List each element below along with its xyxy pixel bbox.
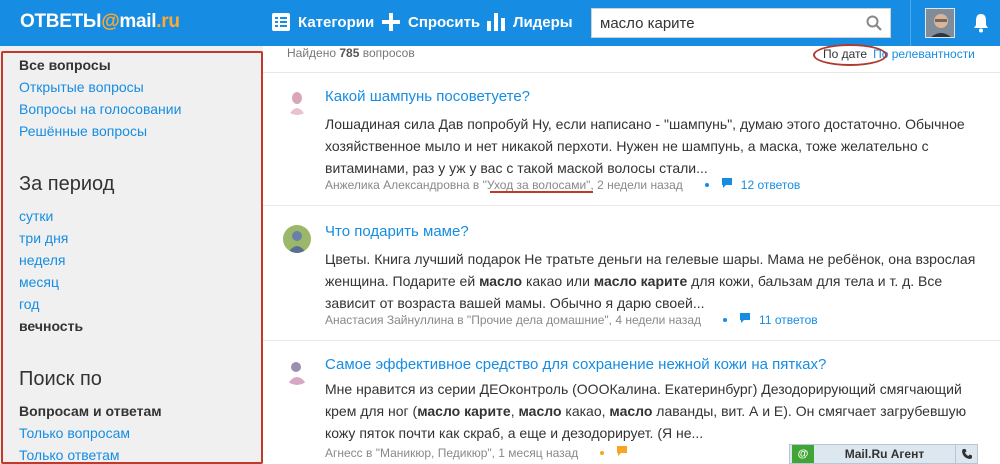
sort-by-date[interactable]: По дате bbox=[823, 47, 867, 61]
period-month[interactable]: месяц bbox=[19, 274, 59, 290]
question-author[interactable]: Агнесс в " bbox=[325, 446, 380, 460]
period-forever[interactable]: вечность bbox=[19, 318, 83, 334]
search-icon[interactable] bbox=[866, 15, 882, 36]
search-by-heading: Поиск по bbox=[19, 368, 102, 390]
nav-ask-label: Спросить bbox=[408, 13, 481, 31]
search-by-questions-only[interactable]: Только вопросам bbox=[19, 425, 130, 441]
leaders-icon bbox=[487, 13, 505, 31]
nav-leaders-label: Лидеры bbox=[513, 13, 573, 31]
question-item: Какой шампунь посоветуете? Лошадиная сил… bbox=[263, 73, 1000, 203]
results-count-number: 785 bbox=[339, 46, 360, 60]
user-avatar[interactable] bbox=[925, 8, 955, 38]
author-avatar[interactable] bbox=[283, 357, 311, 385]
author-avatar[interactable] bbox=[283, 87, 311, 115]
question-author[interactable]: Анастасия Зайнуллина в " bbox=[325, 313, 471, 327]
period-year[interactable]: год bbox=[19, 296, 39, 312]
bell-icon[interactable] bbox=[973, 13, 989, 38]
question-item: Что подарить маме? Цветы. Книга лучший п… bbox=[263, 206, 1000, 336]
filter-voting-questions[interactable]: Вопросы на голосовании bbox=[19, 101, 181, 117]
question-snippet: Лошадиная сила Дав попробуй Ну, если нап… bbox=[325, 116, 965, 176]
question-title[interactable]: Что подарить маме? bbox=[325, 223, 469, 240]
question-meta: Анжелика Александровна в " Уход за волоса… bbox=[325, 177, 800, 192]
search-by-questions-and-answers[interactable]: Вопросам и ответам bbox=[19, 403, 162, 419]
question-time: ", 4 недели назад bbox=[604, 312, 702, 327]
results-count-suffix: вопросов bbox=[362, 46, 415, 60]
question-title[interactable]: Самое эффективное средство для сохранени… bbox=[325, 356, 826, 373]
logo-ru: .ru bbox=[156, 11, 180, 32]
answer-status-dot bbox=[704, 182, 709, 187]
sort-by-relevance[interactable]: По релевантности bbox=[873, 47, 975, 61]
nav-categories-label: Категории bbox=[298, 13, 375, 31]
period-week[interactable]: неделя bbox=[19, 252, 65, 268]
results-count-prefix: Найдено bbox=[287, 46, 337, 60]
period-day[interactable]: сутки bbox=[19, 208, 53, 224]
question-snippet: Мне нравится из серии ДЕОконтроль (ОООКа… bbox=[325, 381, 967, 441]
question-title[interactable]: Какой шампунь посоветуете? bbox=[325, 88, 530, 105]
question-meta: Агнесс в " Маникюр, Педикюр ", 1 месяц наз… bbox=[325, 445, 636, 460]
logo[interactable]: ОТВЕТЫ@mail.ru bbox=[20, 11, 180, 33]
question-category[interactable]: Прочие дела домашние bbox=[471, 313, 604, 327]
question-time: ", 1 месяц назад bbox=[487, 445, 579, 460]
answers-icon bbox=[721, 177, 733, 192]
results-count: Найдено 785 вопросов bbox=[287, 46, 415, 60]
period-heading: За период bbox=[19, 173, 115, 195]
search-input[interactable] bbox=[592, 9, 852, 37]
question-time: ", 2 недели назад bbox=[586, 177, 683, 192]
question-author[interactable]: Анжелика Александровна в " bbox=[325, 178, 487, 192]
mailru-agent-widget[interactable]: @ Mail.Ru Агент bbox=[789, 444, 978, 464]
agent-label: Mail.Ru Агент bbox=[844, 447, 925, 461]
top-bar: ОТВЕТЫ@mail.ru Категории Спросить Лидеры bbox=[0, 0, 1000, 46]
author-avatar[interactable] bbox=[283, 225, 311, 253]
nav-categories[interactable]: Категории bbox=[272, 13, 374, 31]
period-three-days[interactable]: три дня bbox=[19, 230, 68, 246]
question-category[interactable]: Маникюр, Педикюр bbox=[380, 446, 487, 460]
filter-all-questions[interactable]: Все вопросы bbox=[19, 57, 111, 73]
search-box bbox=[591, 8, 891, 38]
search-by-answers-only[interactable]: Только ответам bbox=[19, 447, 120, 463]
answers-count[interactable]: 11 ответов bbox=[759, 313, 818, 327]
answers-icon bbox=[616, 445, 628, 460]
sort-options: По дате По релевантности bbox=[823, 47, 975, 61]
logo-at: @ bbox=[101, 11, 120, 32]
answer-status-dot bbox=[600, 450, 605, 455]
plus-icon bbox=[382, 13, 400, 31]
topbar-divider bbox=[910, 0, 911, 46]
answers-icon bbox=[739, 312, 751, 327]
answer-status-dot bbox=[723, 317, 728, 322]
phone-icon[interactable] bbox=[955, 445, 977, 463]
logo-mail: mail bbox=[119, 11, 157, 32]
filter-open-questions[interactable]: Открытые вопросы bbox=[19, 79, 144, 95]
question-category[interactable]: Уход за волосами bbox=[487, 178, 586, 192]
nav-ask[interactable]: Спросить bbox=[382, 13, 480, 31]
answers-count[interactable]: 12 ответов bbox=[741, 178, 801, 192]
sidebar: Все вопросы Открытые вопросы Вопросы на … bbox=[0, 46, 263, 464]
agent-at-icon: @ bbox=[792, 445, 814, 463]
categories-icon bbox=[272, 13, 290, 31]
question-snippet: Цветы. Книга лучший подарок Не тратьте д… bbox=[325, 251, 976, 311]
question-meta: Анастасия Зайнуллина в " Прочие дела дома… bbox=[325, 312, 818, 327]
nav-leaders[interactable]: Лидеры bbox=[487, 13, 573, 31]
logo-text: ОТВЕТЫ bbox=[20, 11, 102, 32]
filter-solved-questions[interactable]: Решённые вопросы bbox=[19, 123, 147, 139]
